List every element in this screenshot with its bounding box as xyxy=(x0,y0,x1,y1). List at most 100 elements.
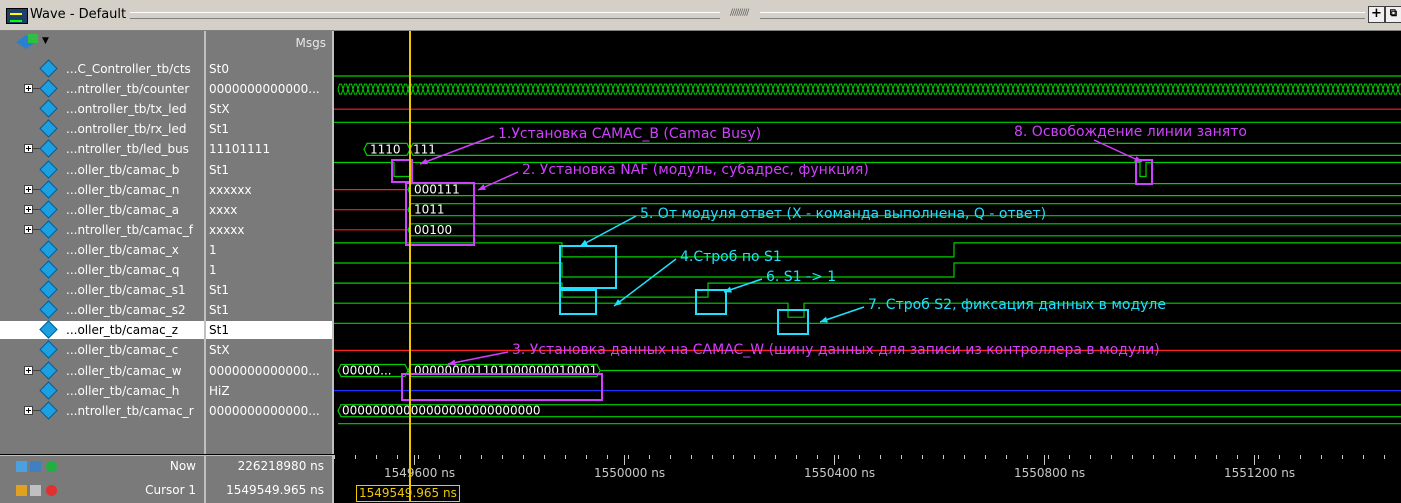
signal-row[interactable]: ...oller_tb/camac_x xyxy=(0,240,204,259)
signal-value-row[interactable]: xxxxxx xyxy=(206,181,332,199)
msgs-header: Msgs xyxy=(206,31,334,54)
time-tick xyxy=(628,455,629,459)
signal-value-row[interactable]: 0000000000000... xyxy=(206,80,332,98)
signal-value-row[interactable]: xxxxx xyxy=(206,221,332,239)
cursor-line[interactable] xyxy=(409,31,411,502)
signal-value: HiZ xyxy=(209,383,230,398)
time-tick-major xyxy=(834,455,835,465)
signal-value-pane[interactable]: St0 0000000000000... StX St1 11101111 St1 xxxx… xyxy=(206,54,334,454)
signal-value-row[interactable]: 0000000000000... xyxy=(206,402,332,420)
signal-row[interactable]: ...ntroller_tb/camac_r xyxy=(0,400,204,420)
signal-row[interactable]: ...oller_tb/camac_s2 xyxy=(0,300,204,319)
signal-row[interactable]: ...oller_tb/camac_s1 xyxy=(0,280,204,299)
signal-value-row[interactable]: HiZ xyxy=(206,382,332,400)
signal-row[interactable]: ...ontroller_tb/tx_led xyxy=(0,99,204,118)
signal-name: ...ntroller_tb/camac_f xyxy=(66,222,193,237)
signal-name: ...oller_tb/camac_w xyxy=(66,363,182,378)
signal-value-row[interactable]: xxxx xyxy=(206,201,332,219)
signal-name: ...oller_tb/camac_n xyxy=(66,182,180,197)
signal-value: 0000000000000... xyxy=(209,363,320,378)
signal-value-row[interactable]: St1 xyxy=(206,120,332,138)
signal-value-row[interactable]: 1 xyxy=(206,241,332,259)
signal-value: St0 xyxy=(209,62,229,76)
pencil-icon[interactable] xyxy=(30,485,41,496)
signal-row[interactable]: ...oller_tb/camac_z xyxy=(0,320,204,340)
arrow-a4 xyxy=(613,258,677,307)
signal-value-row[interactable]: St1 xyxy=(206,161,332,179)
signal-row[interactable]: ...oller_tb/camac_c xyxy=(0,340,204,360)
time-tick xyxy=(712,455,713,459)
titlebar-grip[interactable] xyxy=(760,12,1365,19)
signal-icon xyxy=(39,360,58,380)
signal-row[interactable]: ...ntroller_tb/camac_f xyxy=(0,220,204,239)
signal-value-row[interactable]: 0000000000000... xyxy=(206,362,332,380)
expand-icon[interactable] xyxy=(24,224,33,234)
signal-row[interactable]: ...ntroller_tb/counter xyxy=(0,79,204,98)
expand-icon[interactable] xyxy=(24,405,33,415)
signal-value-row[interactable]: 1 xyxy=(206,261,332,279)
time-tick-label: 1550000 ns xyxy=(594,466,666,480)
now-icon[interactable] xyxy=(16,461,27,472)
signal-row[interactable]: ...ntroller_tb/led_bus xyxy=(0,139,204,159)
signal-row[interactable]: ...oller_tb/camac_a xyxy=(0,199,204,219)
signal-row[interactable]: ...ontroller_tb/rx_led xyxy=(0,119,204,138)
signal-value: St1 xyxy=(209,122,229,137)
titlebar-grip-handle[interactable]: ///////// xyxy=(730,8,756,21)
grid-icon[interactable] xyxy=(30,461,41,472)
signal-row[interactable]: ...oller_tb/camac_q xyxy=(0,260,204,279)
signal-name: ...ntroller_tb/led_bus xyxy=(66,142,189,157)
signal-icon xyxy=(39,220,58,239)
signal-row[interactable]: ...oller_tb/camac_n xyxy=(0,179,204,199)
signal-row[interactable]: ...oller_tb/camac_b xyxy=(0,159,204,179)
signal-row[interactable]: ...oller_tb/camac_w xyxy=(0,360,204,380)
expand-icon[interactable] xyxy=(24,204,33,214)
annotation-a3: 3. Установка данных на CAMAC_W (шину дан… xyxy=(512,342,1160,358)
signal-value-row[interactable]: St1 xyxy=(206,301,332,319)
add-icon[interactable] xyxy=(46,461,57,472)
expand-icon[interactable] xyxy=(24,184,33,194)
expand-icon[interactable] xyxy=(24,365,33,375)
titlebar-grip[interactable] xyxy=(130,12,720,19)
expand-icon[interactable] xyxy=(24,144,33,154)
time-axis[interactable]: 1549600 ns 1550000 ns 1550400 ns 1550800 ns… xyxy=(334,455,1401,502)
signal-value: 1 xyxy=(209,263,217,277)
signal-value-row[interactable]: St0 xyxy=(206,60,332,78)
time-tick xyxy=(985,455,986,459)
signal-icon xyxy=(39,199,58,219)
time-tick xyxy=(1216,455,1217,459)
add-pane-button[interactable]: + xyxy=(1368,6,1385,23)
time-tick-major xyxy=(1254,455,1255,465)
signal-row[interactable]: ...C_Controller_tb/cts xyxy=(0,59,204,78)
signal-value-row[interactable]: 11101111 xyxy=(206,140,332,158)
undock-button[interactable]: ⧉ xyxy=(1385,6,1401,23)
signal-name: ...ontroller_tb/tx_led xyxy=(66,102,187,117)
signal-value-row[interactable]: StX xyxy=(206,341,332,359)
time-tick xyxy=(754,455,755,459)
signal-value-row[interactable]: St1 xyxy=(206,321,332,340)
time-tick xyxy=(607,455,608,459)
signal-value-row[interactable]: St1 xyxy=(206,281,332,299)
signal-name: ...oller_tb/camac_z xyxy=(66,323,179,338)
annotation-a8: 8. Освобождение линии занято xyxy=(1014,124,1247,140)
signal-icon xyxy=(39,119,58,138)
footer-value-pane: 226218980 ns 1549549.965 ns xyxy=(206,455,334,503)
signal-value: 1 xyxy=(209,242,217,257)
signal-row[interactable]: ...oller_tb/camac_h xyxy=(0,380,204,400)
wave-header xyxy=(334,31,1401,54)
signal-value-row[interactable]: StX xyxy=(206,100,332,118)
time-tick xyxy=(1069,455,1070,459)
chevron-down-icon[interactable]: ▼ xyxy=(42,36,49,46)
arrow-a8 xyxy=(1093,139,1143,163)
signal-name-header: ▼ xyxy=(0,31,206,54)
box-camac-b-release xyxy=(1135,159,1153,185)
time-tick-major xyxy=(624,455,625,465)
remove-icon[interactable] xyxy=(46,485,57,496)
window-title: Wave - Default xyxy=(30,7,127,22)
time-tick xyxy=(649,455,650,459)
signal-name: ...oller_tb/camac_s1 xyxy=(66,283,186,298)
signal-name-pane[interactable]: ...C_Controller_tb/cts ...ntroller_tb/cou… xyxy=(0,54,206,454)
cursor-readout[interactable]: 1549549.965 ns xyxy=(356,485,460,502)
time-tick xyxy=(1090,455,1091,459)
lock-icon[interactable] xyxy=(16,485,27,496)
expand-icon[interactable] xyxy=(24,84,33,94)
